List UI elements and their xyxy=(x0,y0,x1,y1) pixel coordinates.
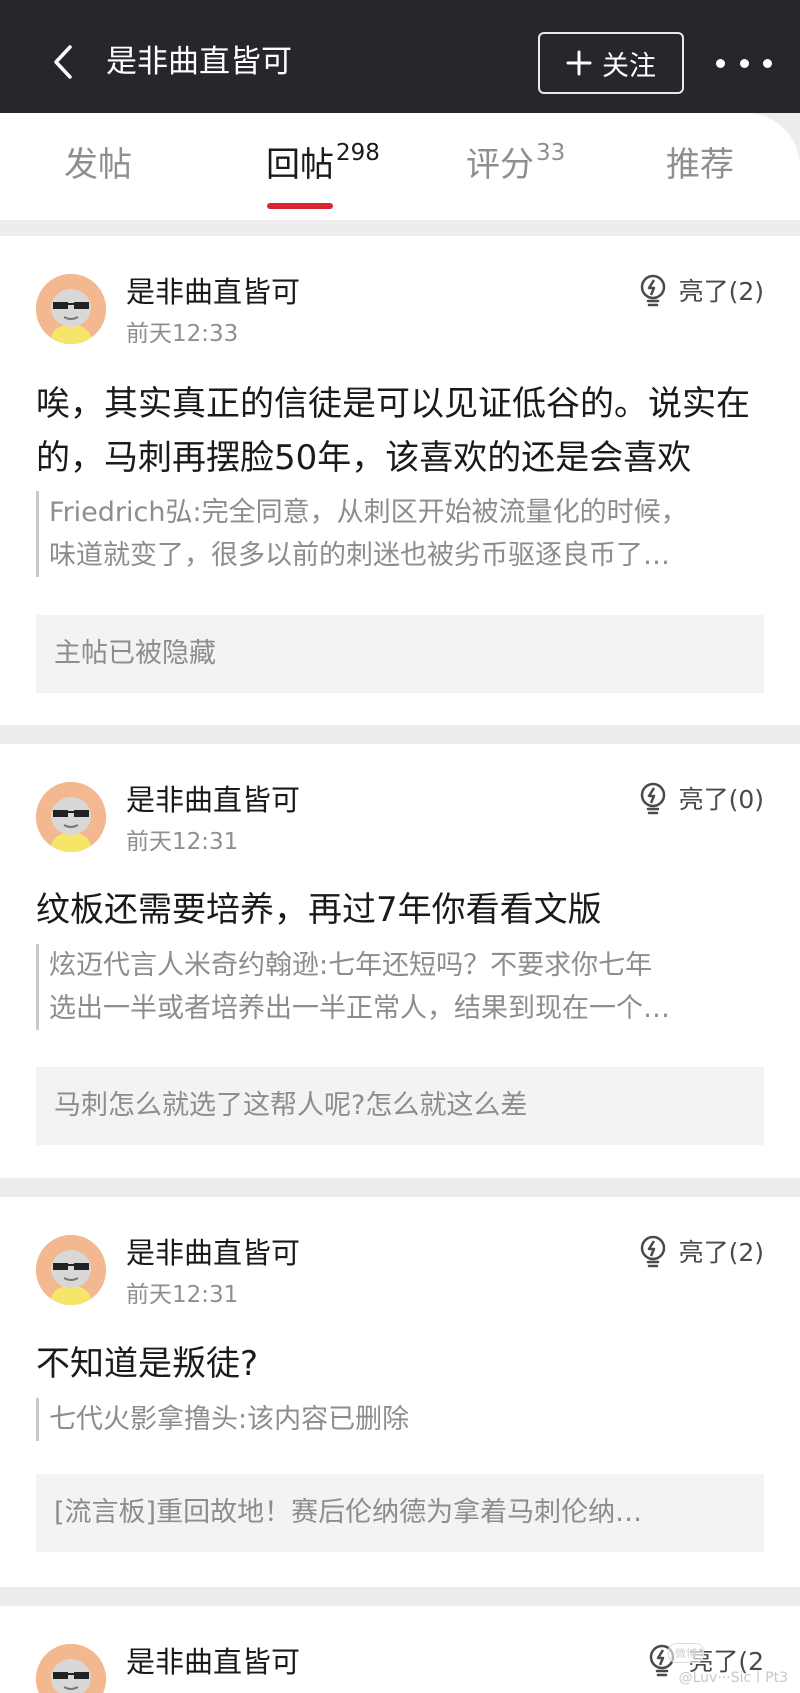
reply-content: 不知道是叛徒? xyxy=(36,1344,259,1384)
watermark-logo: 微博 xyxy=(668,1643,704,1663)
original-post-link[interactable]: 主帖已被隐藏 xyxy=(36,615,764,693)
tab-recommend[interactable]: 推荐 xyxy=(666,141,734,189)
avatar[interactable] xyxy=(36,1235,106,1305)
avatar[interactable] xyxy=(36,1644,106,1693)
more-dot-icon xyxy=(763,58,772,68)
tab-label: 评分 xyxy=(466,145,534,185)
light-count: 亮了(2) xyxy=(678,1238,764,1267)
avatar-image xyxy=(36,1235,106,1305)
reply-card[interactable]: 是非曲直皆可 前天12:31 亮了(0) 纹板还需要培养，再过7年你看看文版 炫… xyxy=(0,744,800,1178)
watermark: @Luv···Sic丨Pt3 xyxy=(678,1670,788,1686)
more-dot-icon xyxy=(739,58,749,68)
lightbulb-icon xyxy=(640,1235,665,1268)
avatar[interactable] xyxy=(36,782,106,852)
back-button[interactable] xyxy=(46,42,80,82)
more-menu-button[interactable] xyxy=(716,44,772,82)
quote-line: Friedrich弘:完全同意，从刺区开始被流量化的时候， xyxy=(49,497,688,528)
tab-posts[interactable]: 发帖 xyxy=(64,141,132,189)
tab-count: 298 xyxy=(336,140,380,166)
post-time: 前天12:31 xyxy=(126,829,239,855)
tab-ratings[interactable]: 评分33 xyxy=(466,140,566,193)
quote-line: 炫迈代言人米奇约翰逊:七年还短吗？不要求你七年 xyxy=(49,950,653,981)
reply-card[interactable]: 是非曲直皆可 前天12:31 亮了(2) 不知道是叛徒? 七代火影拿撸头:该内容… xyxy=(0,1197,800,1587)
author-name[interactable]: 是非曲直皆可 xyxy=(126,272,300,312)
quote-line: 味道就变了，很多以前的刺迷也被劣币驱逐良币了… xyxy=(49,540,670,571)
tab-replies[interactable]: 回帖298 xyxy=(266,140,380,193)
lightbulb-icon xyxy=(640,274,665,307)
light-button[interactable]: 亮了(2) xyxy=(637,272,764,308)
quote-line: 七代火影拿撸头:该内容已删除 xyxy=(49,1404,410,1435)
author-name[interactable]: 是非曲直皆可 xyxy=(126,1233,300,1273)
original-post-link[interactable]: 马刺怎么就选了这帮人呢?怎么就这么差 xyxy=(36,1067,764,1145)
tab-label: 回帖 xyxy=(266,145,334,185)
avatar[interactable] xyxy=(36,274,106,344)
avatar-image xyxy=(36,782,106,852)
quoted-reply[interactable]: 七代火影拿撸头:该内容已删除 xyxy=(36,1398,766,1441)
tab-count: 33 xyxy=(536,140,566,166)
follow-label: 关注 xyxy=(602,50,656,82)
plus-icon xyxy=(566,50,592,76)
follow-button[interactable]: 关注 xyxy=(538,32,684,94)
author-name[interactable]: 是非曲直皆可 xyxy=(126,1642,300,1682)
lightbulb-icon xyxy=(640,782,665,815)
active-tab-indicator xyxy=(267,203,333,209)
avatar-image xyxy=(36,274,106,344)
avatar-image xyxy=(36,1644,106,1693)
tab-label: 发帖 xyxy=(64,145,132,185)
light-count: 亮了(0) xyxy=(678,785,764,814)
reply-content: 纹板还需要培养，再过7年你看看文版 xyxy=(36,890,602,930)
more-dot-icon xyxy=(716,58,725,68)
reply-content: 唉，其实真正的信徒是可以见证低谷的。说实在的，马刺再摆脸50年，该喜欢的还是会喜… xyxy=(36,384,750,478)
light-button[interactable]: 亮了(0) xyxy=(637,780,764,816)
post-time: 前天12:31 xyxy=(126,1282,239,1308)
page-title: 是非曲直皆可 xyxy=(106,44,292,80)
original-post-link[interactable]: [流言板]重回故地！赛后伦纳德为拿着马刺伦纳… xyxy=(36,1474,764,1552)
profile-tabs: 发帖 回帖298 评分33 推荐 xyxy=(0,113,800,220)
quoted-reply[interactable]: 炫迈代言人米奇约翰逊:七年还短吗？不要求你七年 选出一半或者培养出一半正常人，结… xyxy=(36,944,766,1030)
light-count: 亮了(2) xyxy=(678,277,764,306)
quote-line: 选出一半或者培养出一半正常人，结果到现在一个… xyxy=(49,993,670,1024)
post-time: 前天12:33 xyxy=(126,321,239,347)
light-button[interactable]: 亮了(2) xyxy=(637,1233,764,1269)
reply-card[interactable]: 是非曲直皆可 前天12:33 亮了(2) 唉，其实真正的信徒是可以见证低谷的。说… xyxy=(0,236,800,725)
tab-label: 推荐 xyxy=(666,145,734,185)
top-nav-bar: 是非曲直皆可 关注 xyxy=(0,0,800,113)
author-name[interactable]: 是非曲直皆可 xyxy=(126,780,300,820)
chevron-left-icon xyxy=(54,45,72,79)
quoted-reply[interactable]: Friedrich弘:完全同意，从刺区开始被流量化的时候， 味道就变了，很多以前… xyxy=(36,491,766,577)
